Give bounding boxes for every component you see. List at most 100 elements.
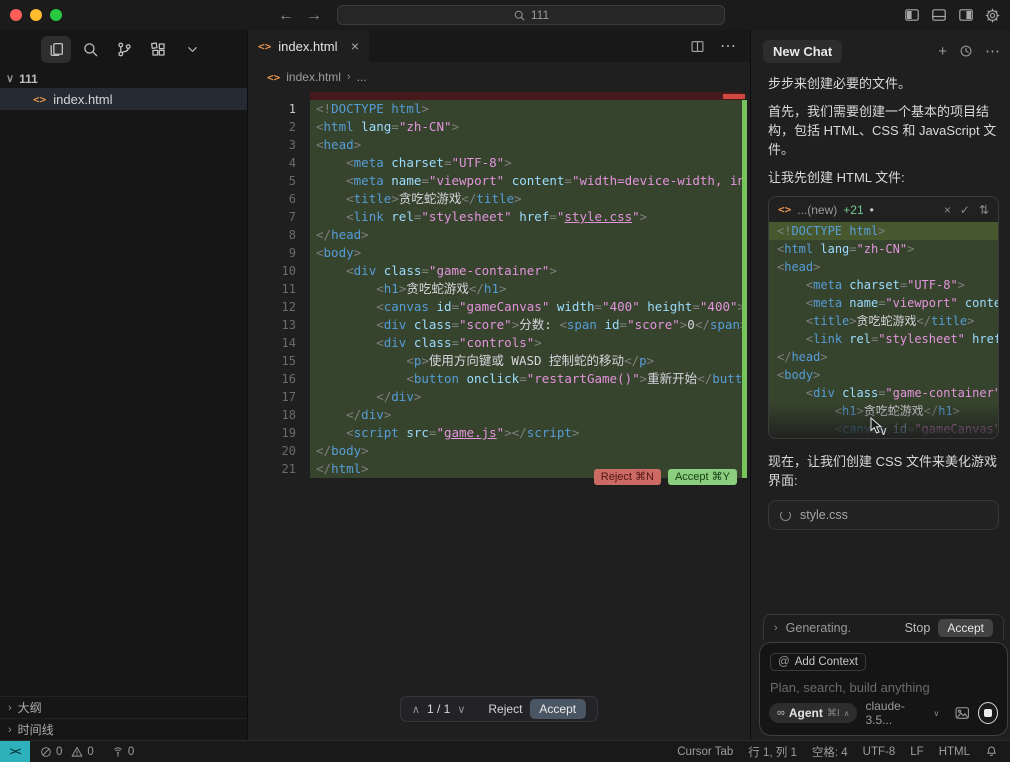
- stop-button[interactable]: [978, 702, 998, 724]
- add-context-button[interactable]: @ Add Context: [770, 653, 866, 671]
- overview-ruler-added-mark: [742, 100, 747, 478]
- line-number: 19: [248, 424, 310, 442]
- code-line: 20</body>: [248, 442, 742, 460]
- generating-bar: › Generating. Stop Accept: [763, 614, 1004, 640]
- pending-file-item[interactable]: style.css: [768, 500, 999, 530]
- code-line: <meta charset="UTF-8">: [769, 276, 998, 294]
- tab-label: index.html: [278, 39, 337, 54]
- accept-generation-button[interactable]: Accept: [938, 619, 993, 637]
- history-back-icon[interactable]: ←: [278, 7, 294, 25]
- history-forward-icon[interactable]: →: [306, 7, 322, 25]
- outline-section[interactable]: › 大纲: [0, 696, 247, 718]
- split-editor-icon[interactable]: [690, 39, 705, 54]
- html-file-icon: <>: [33, 93, 46, 106]
- code-line: 10 <div class="game-container">: [248, 262, 742, 280]
- code-line: <html lang="zh-CN">: [769, 240, 998, 258]
- line-number: 4: [248, 154, 310, 172]
- diff-navigation-bar: ∧ 1 / 1 ∨ Reject Accept: [400, 696, 598, 722]
- modified-dot: •: [870, 203, 874, 217]
- code-line: 3<head>: [248, 136, 742, 154]
- prev-diff-icon[interactable]: ∧: [412, 703, 420, 716]
- line-number: 16: [248, 370, 310, 388]
- more-views-chevron-icon[interactable]: [177, 36, 207, 63]
- extensions-icon[interactable]: [143, 36, 173, 63]
- chat-more-icon[interactable]: ⋯: [985, 42, 1000, 60]
- minimize-window-button[interactable]: [30, 9, 42, 21]
- tab-index-html[interactable]: <> index.html ×: [248, 30, 369, 62]
- line-number: 12: [248, 298, 310, 316]
- line-number: 8: [248, 226, 310, 244]
- chat-input-box[interactable]: @ Add Context ∞ Agent ⌘I ∧ claude-3.5...…: [759, 642, 1008, 736]
- code-line: 8</head>: [248, 226, 742, 244]
- pending-file-name: style.css: [800, 508, 848, 522]
- workspace-root-folder[interactable]: ∨ 111: [0, 69, 247, 88]
- indentation-status[interactable]: 空格: 4: [812, 744, 848, 760]
- breadcrumb[interactable]: <> index.html › ...: [248, 62, 750, 92]
- code-editor[interactable]: 1<!DOCTYPE html>2<html lang="zh-CN">3<he…: [248, 92, 750, 740]
- settings-gear-icon[interactable]: [985, 8, 1000, 23]
- new-chat-icon[interactable]: +: [938, 43, 947, 60]
- agent-shortcut: ⌘I: [827, 708, 840, 719]
- chat-prompt-input[interactable]: [770, 680, 997, 695]
- chevron-up-icon: ∧: [844, 709, 850, 718]
- deleted-lines-strip: [310, 92, 742, 100]
- chat-history-icon[interactable]: [959, 44, 973, 58]
- editor-group: <> index.html × ⋯ <> index.html › ... 1<…: [248, 30, 750, 740]
- explorer-icon[interactable]: [41, 36, 71, 63]
- code-line: 14 <div class="controls">: [248, 334, 742, 352]
- chevron-right-icon[interactable]: ›: [774, 622, 778, 634]
- code-line: 4 <meta charset="UTF-8">: [248, 154, 742, 172]
- notifications-bell-icon[interactable]: [985, 745, 998, 758]
- at-icon: @: [778, 656, 790, 668]
- agent-mode-label: Agent: [789, 706, 823, 720]
- remote-window-button[interactable]: ><: [0, 741, 30, 762]
- close-tab-icon[interactable]: ×: [351, 38, 359, 54]
- accept-all-button[interactable]: Accept: [529, 699, 586, 719]
- toggle-left-sidebar-icon[interactable]: [904, 7, 920, 23]
- timeline-section[interactable]: › 时间线: [0, 718, 247, 740]
- line-number: 18: [248, 406, 310, 424]
- chat-code-card[interactable]: <> ...(new) +21 • × ✓ ⇅ <!DOCTYPE html><…: [768, 196, 999, 439]
- next-diff-icon[interactable]: ∨: [457, 703, 465, 716]
- editor-more-actions-icon[interactable]: ⋯: [720, 36, 736, 56]
- added-lines-badge: +21: [843, 203, 863, 217]
- file-name-label: index.html: [53, 92, 112, 107]
- window-controls: [10, 9, 62, 21]
- line-number: 3: [248, 136, 310, 154]
- card-close-icon[interactable]: ×: [944, 203, 951, 217]
- model-selector[interactable]: claude-3.5...: [865, 699, 925, 727]
- line-number: 20: [248, 442, 310, 460]
- toggle-bottom-panel-icon[interactable]: [931, 7, 947, 23]
- line-number: 6: [248, 190, 310, 208]
- code-line: <head>: [769, 258, 998, 276]
- close-window-button[interactable]: [10, 9, 22, 21]
- cursor-position-status[interactable]: 行 1, 列 1: [748, 744, 797, 760]
- line-number: 17: [248, 388, 310, 406]
- diff-accept-button[interactable]: Accept ⌘Y: [668, 469, 737, 485]
- zoom-window-button[interactable]: [50, 9, 62, 21]
- stop-generating-button[interactable]: Stop: [905, 621, 931, 635]
- code-line: <title>贪吃蛇游戏</title>: [769, 312, 998, 330]
- code-line: 5 <meta name="viewport" content="width=d…: [248, 172, 742, 190]
- toggle-right-sidebar-icon[interactable]: [958, 7, 974, 23]
- line-number: 9: [248, 244, 310, 262]
- code-line: 18 </div>: [248, 406, 742, 424]
- file-tree-item-index-html[interactable]: <> index.html: [0, 88, 247, 110]
- infinity-icon: ∞: [777, 707, 785, 719]
- card-apply-icon[interactable]: ✓: [960, 203, 970, 217]
- card-expand-icon[interactable]: ⇅: [979, 203, 989, 217]
- timeline-label: 时间线: [18, 721, 54, 738]
- search-sidebar-icon[interactable]: [75, 36, 105, 63]
- source-control-icon[interactable]: [109, 36, 139, 63]
- agent-mode-selector[interactable]: ∞ Agent ⌘I ∧: [769, 703, 857, 723]
- code-line: <!DOCTYPE html>: [769, 222, 998, 240]
- command-center-search[interactable]: 111: [337, 5, 725, 25]
- line-number: 2: [248, 118, 310, 136]
- search-icon: [513, 9, 526, 22]
- line-number: 15: [248, 352, 310, 370]
- attach-image-icon[interactable]: [955, 706, 970, 720]
- reject-all-button[interactable]: Reject: [488, 702, 522, 716]
- chat-tab[interactable]: New Chat: [763, 40, 842, 63]
- html-file-icon: <>: [258, 40, 271, 53]
- diff-reject-button[interactable]: Reject ⌘N: [594, 469, 661, 485]
